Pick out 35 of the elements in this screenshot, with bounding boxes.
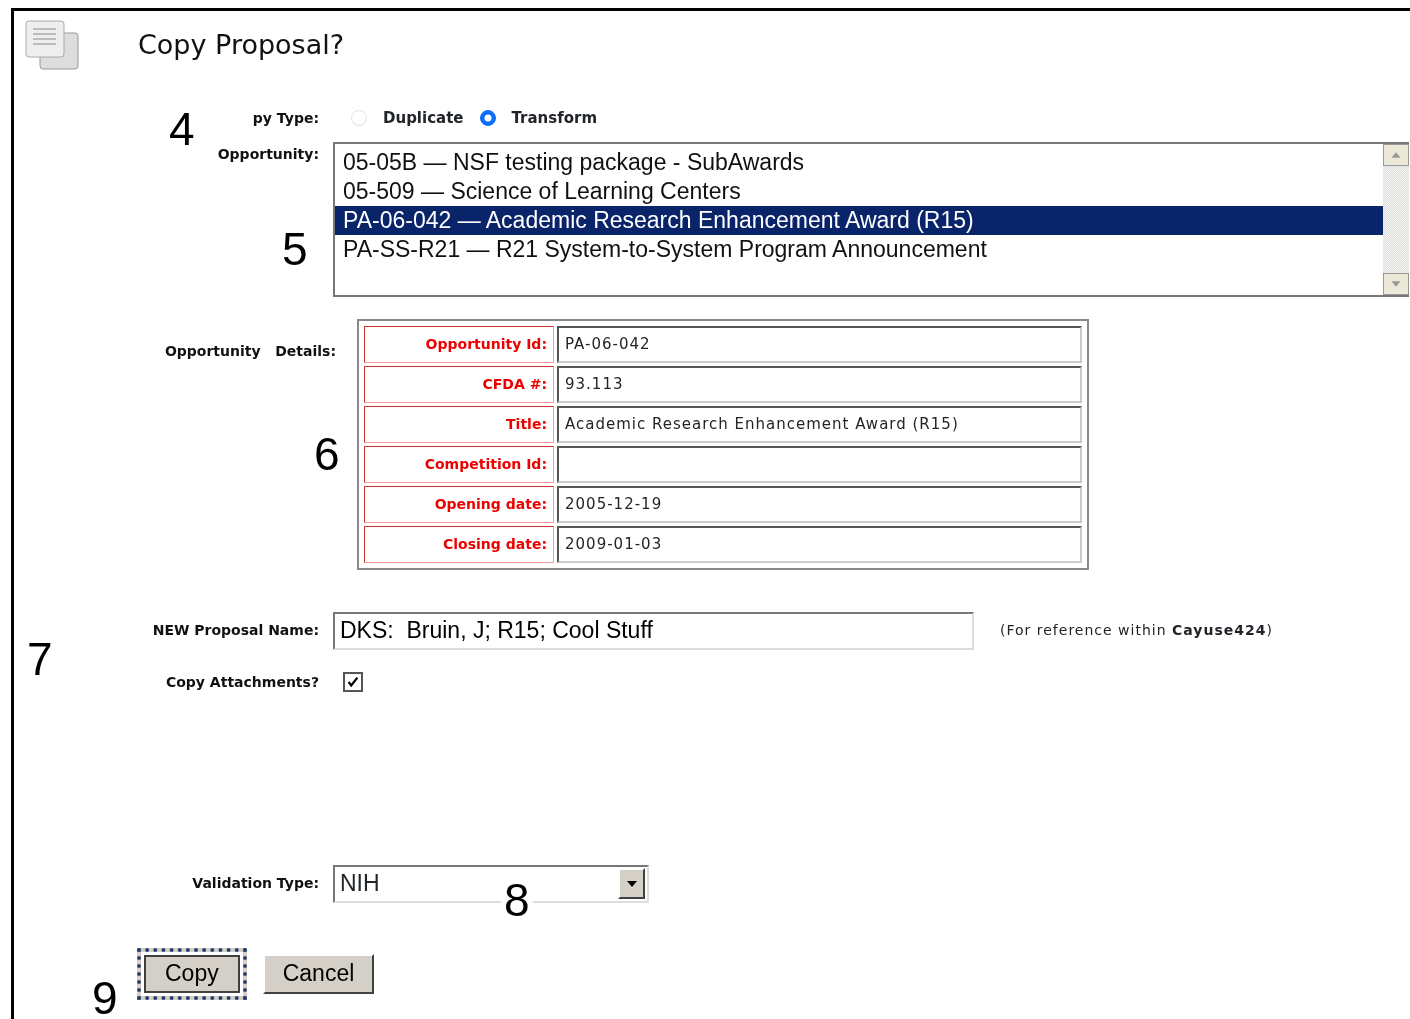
- detail-value: 93.113: [557, 365, 1082, 403]
- attachments-checkbox[interactable]: [343, 672, 363, 692]
- window-title: Copy Proposal?: [138, 27, 344, 62]
- list-option[interactable]: 05-05B — NSF testing package - SubAwards: [335, 147, 1383, 177]
- detail-value: Academic Research Enhancement Award (R15): [557, 405, 1082, 443]
- radio-label[interactable]: Transform: [511, 107, 598, 130]
- field-label: Opportunity:: [216, 144, 319, 164]
- list-option[interactable]: PA-SS-R21 — R21 System-to-System Program Announcement: [335, 234, 1383, 264]
- list-option[interactable]: 05-509 — Science of Learning Centers: [335, 176, 1383, 206]
- field-label: Opportunity Details:: [163, 341, 336, 361]
- scroll-up-icon[interactable]: [1383, 143, 1409, 166]
- radio-label[interactable]: Duplicate: [383, 107, 464, 130]
- detail-value: PA-06-042: [557, 325, 1082, 363]
- list-option[interactable]: PA-06-042 — Academic Research Enhancement Award (R15): [335, 205, 1383, 235]
- name-input-field[interactable]: DKS: Bruin, J; R15; Cool Stuff: [333, 611, 974, 650]
- field-label: Validation Type:: [191, 874, 319, 893]
- detail-label: Closing date:: [364, 525, 554, 563]
- reference-note: (For reference within Cayuse424): [1000, 621, 1273, 640]
- scroll-down-icon[interactable]: [1383, 272, 1409, 295]
- detail-label: CFDA #:: [364, 365, 554, 403]
- field-label: Copy Attachments?: [164, 672, 319, 692]
- dropdown-arrow-icon[interactable]: [625, 879, 638, 888]
- detail-value: 2005-12-19: [557, 485, 1082, 523]
- copy-button[interactable]: Copy: [137, 947, 247, 1000]
- scrollbar[interactable]: [1383, 143, 1409, 295]
- detail-label: Opening date:: [364, 485, 554, 523]
- cancel-button[interactable]: Cancel: [262, 953, 375, 994]
- radio-button[interactable]: [479, 110, 496, 127]
- detail-value: 2009-01-03: [557, 525, 1082, 563]
- opportunity-listbox[interactable]: 05-05B — NSF testing package - SubAwards 05-509 — Science of Learning Centers PA-06-042 — Academic Research Enhancement Award (R15) PA-SS-R21 — R21 System-to-System Program Announcement: [333, 141, 1409, 297]
- copy-icon: [24, 19, 80, 71]
- detail-label: Competition Id:: [364, 445, 554, 483]
- detail-label: Opportunity Id:: [364, 325, 554, 363]
- field-label: NEW Proposal Name:: [151, 621, 319, 640]
- detail-label: Title:: [364, 405, 554, 443]
